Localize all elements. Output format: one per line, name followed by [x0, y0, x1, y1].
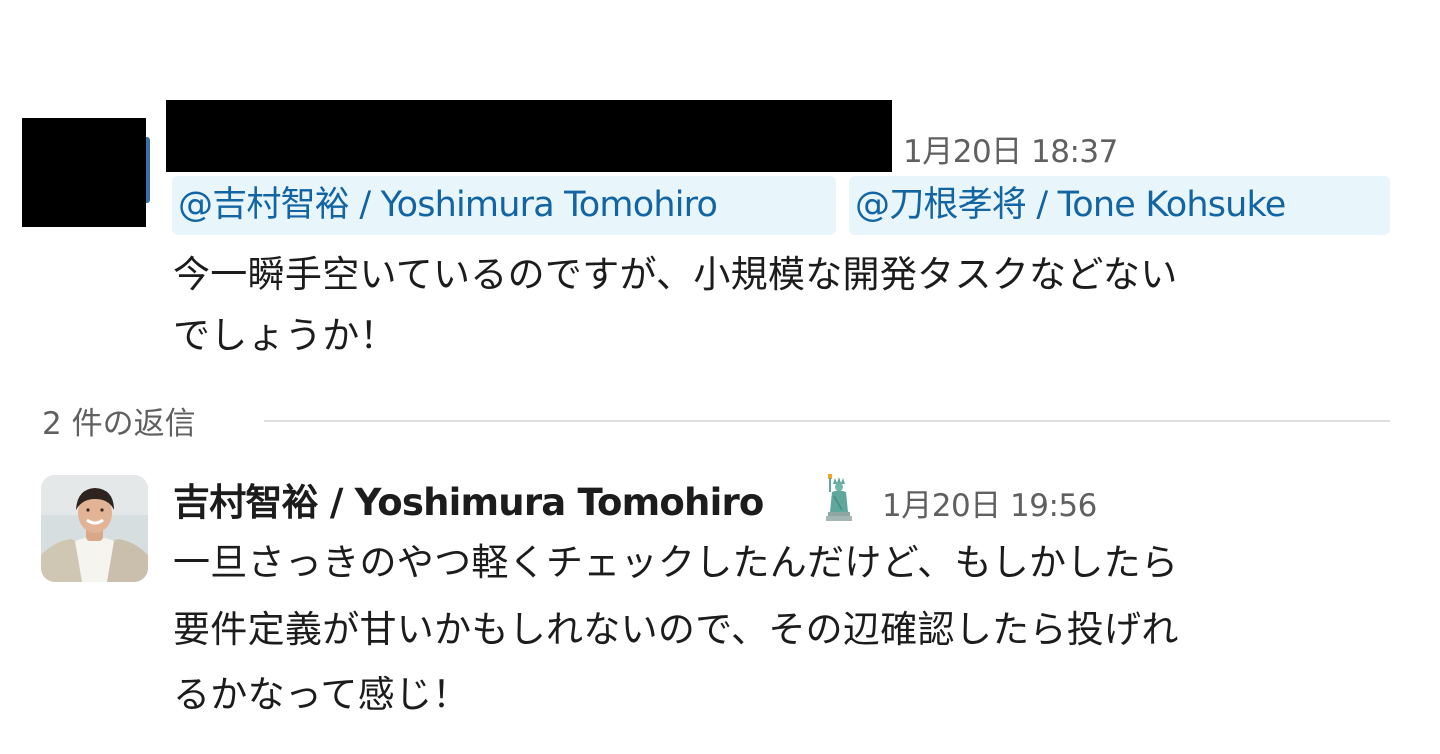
- avatar-status-edge: [146, 137, 150, 203]
- message-text-line: 一旦さっきのやつ軽くチェックしたんだけど、もしかしたら: [173, 541, 1179, 584]
- replies-divider: [264, 420, 1390, 422]
- statue-of-liberty-icon[interactable]: [820, 472, 860, 522]
- author-name[interactable]: 吉村智裕 / Yoshimura Tomohiro: [173, 472, 764, 526]
- message-timestamp[interactable]: 1月20日 19:56: [882, 480, 1097, 525]
- message-text-line: 今一瞬手空いているのですが、小規模な開発タスクなどない: [173, 253, 1178, 296]
- redacted-avatar[interactable]: [22, 118, 146, 227]
- redacted-author-name[interactable]: [166, 100, 892, 172]
- message-text-line: るかなって感じ！: [173, 673, 470, 716]
- replies-count-label: 2 件の返信: [42, 406, 196, 442]
- mention-yoshimura[interactable]: @吉村智裕 / Yoshimura Tomohiro: [172, 176, 836, 235]
- message-text-line: でしょうか！: [173, 314, 397, 357]
- avatar-photo-icon: [41, 475, 148, 582]
- avatar[interactable]: [41, 475, 148, 582]
- mention-tone[interactable]: @刀根孝将 / Tone Kohsuke: [849, 176, 1390, 235]
- message-timestamp[interactable]: 1月20日 18:37: [903, 126, 1118, 171]
- message-text-line: 要件定義が甘いかもしれないので、その辺確認したら投げれ: [173, 608, 1179, 651]
